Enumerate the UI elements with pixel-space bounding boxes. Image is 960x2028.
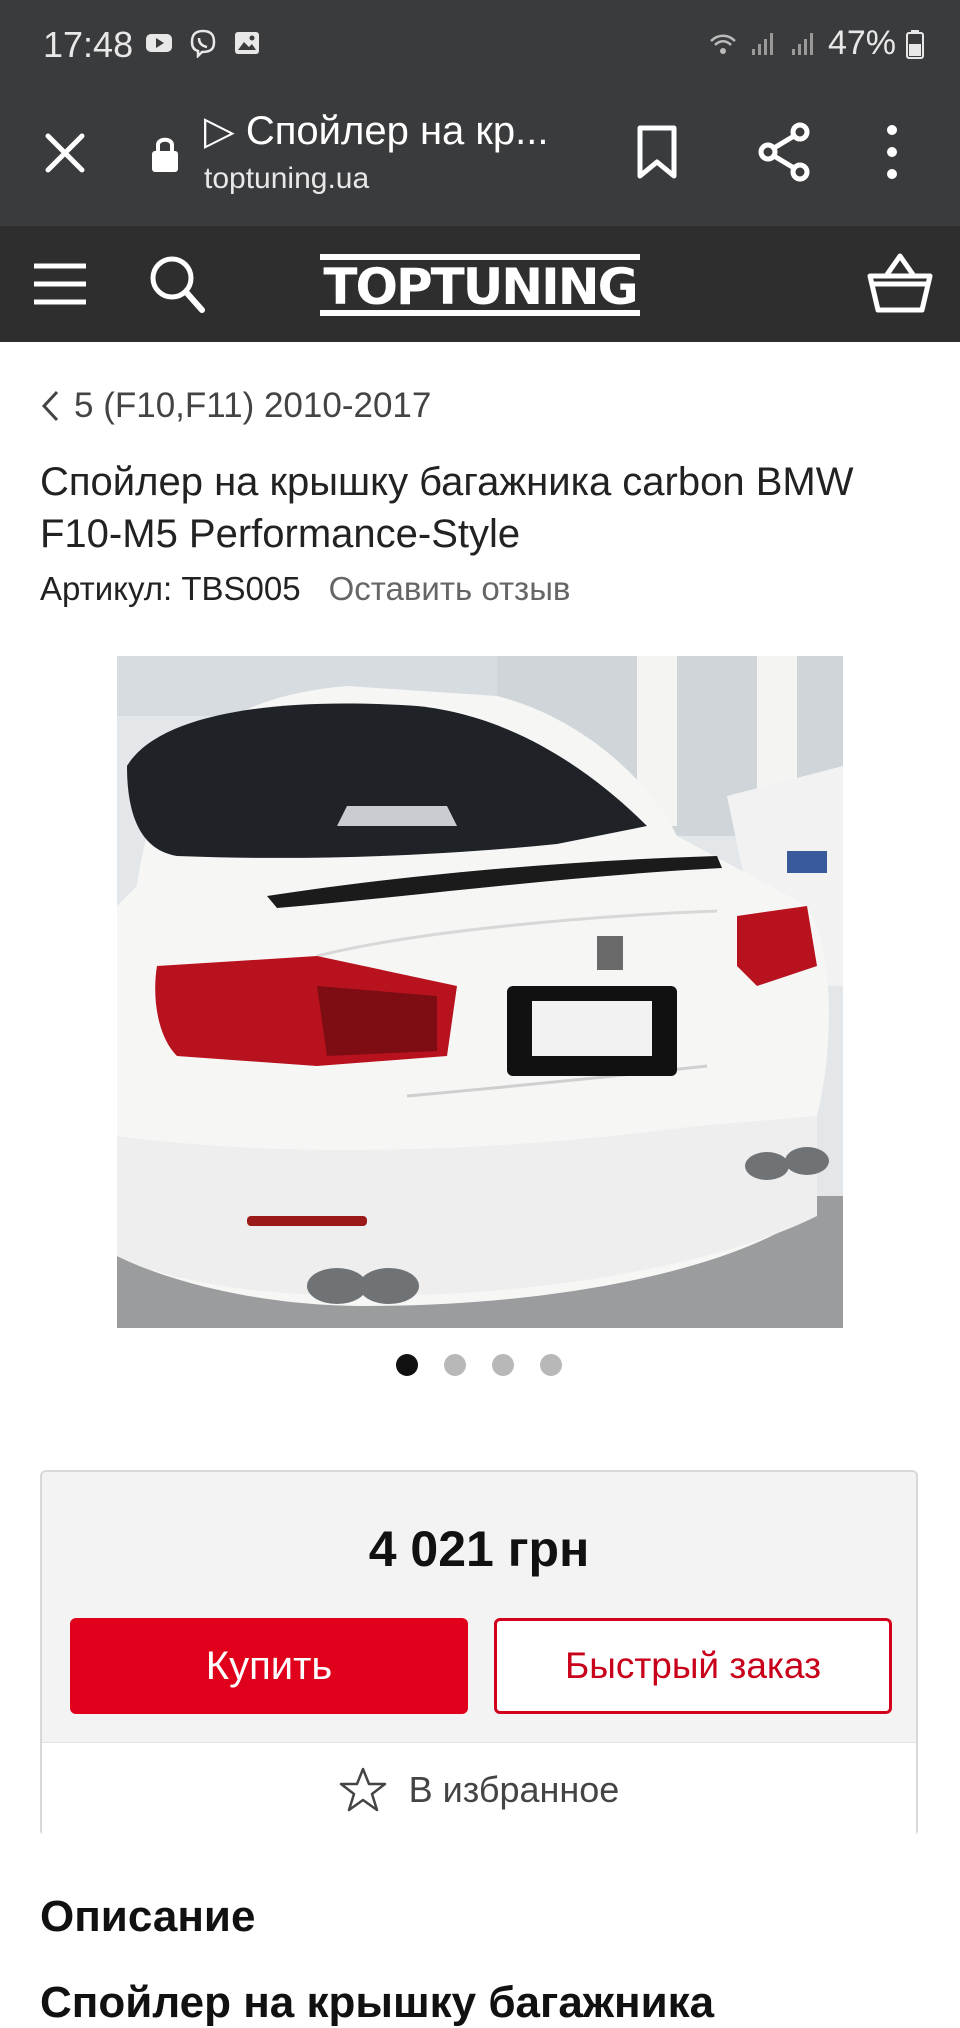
battery-percent: 47% [827, 24, 896, 62]
site-header: TOPTUNING [0, 226, 960, 342]
chevron-left-icon [41, 390, 59, 422]
product-sku: Артикул: TBS005 [40, 570, 301, 607]
leave-review-link[interactable]: Оставить отзыв [329, 570, 571, 608]
carousel-dot[interactable] [396, 1354, 418, 1376]
close-icon[interactable] [40, 128, 90, 178]
wifi-icon [710, 34, 736, 54]
status-bar: 17:48 47% [0, 0, 960, 92]
product-meta: Артикул: TBS005 Оставить отзыв [40, 570, 570, 608]
viber-icon [190, 29, 216, 58]
search-icon[interactable] [148, 254, 206, 314]
site-logo[interactable]: TOPTUNING [318, 250, 642, 318]
breadcrumb-label[interactable]: 5 (F10,F11) 2010-2017 [74, 386, 431, 426]
cart-icon[interactable] [866, 250, 934, 316]
more-options-icon[interactable] [882, 122, 902, 182]
lock-icon[interactable] [150, 134, 180, 174]
description-heading: Описание [40, 1892, 256, 1941]
carousel-dot[interactable] [444, 1354, 466, 1376]
hamburger-menu-icon[interactable] [32, 260, 88, 308]
battery-icon [906, 29, 924, 59]
product-price: 4 021 грн [368, 1521, 590, 1577]
description-title: Спойлер на крышку багажника [40, 1978, 715, 2027]
bookmark-icon[interactable] [632, 124, 682, 180]
buy-button[interactable]: Купить [70, 1618, 468, 1714]
url-domain[interactable]: toptuning.ua [204, 162, 369, 196]
gallery-icon [235, 32, 259, 54]
system-icons: 47% [708, 24, 924, 63]
favorites-label: В избранное [408, 1769, 620, 1810]
star-icon [339, 1767, 386, 1812]
share-icon[interactable] [756, 122, 812, 182]
status-time: 17:48 [43, 24, 134, 65]
product-title: Спойлер на крышку багажника carbon BMW F… [40, 460, 854, 556]
buy-box: 4 021 грн Купить Быстрый заказ В избранн… [40, 1470, 918, 1837]
product-image[interactable] [117, 656, 843, 1328]
carousel-dot[interactable] [492, 1354, 514, 1376]
signal-icon [751, 32, 773, 55]
youtube-icon [146, 34, 172, 52]
page-tab-title[interactable]: ▷ Спойлер на кр... [204, 108, 574, 154]
breadcrumb[interactable]: 5 (F10,F11) 2010-2017 [40, 386, 431, 426]
browser-toolbar: ▷ Спойлер на кр... toptuning.ua [0, 92, 960, 226]
carousel-dot[interactable] [540, 1354, 562, 1376]
notification-icons [144, 28, 262, 58]
car-photo [117, 656, 843, 1328]
add-to-favorites-button[interactable]: В избранное [42, 1742, 916, 1837]
image-carousel-dots [396, 1354, 562, 1376]
svg-text:TOPTUNING: TOPTUNING [323, 258, 636, 316]
signal-icon [791, 32, 813, 55]
quick-order-button[interactable]: Быстрый заказ [494, 1618, 892, 1714]
